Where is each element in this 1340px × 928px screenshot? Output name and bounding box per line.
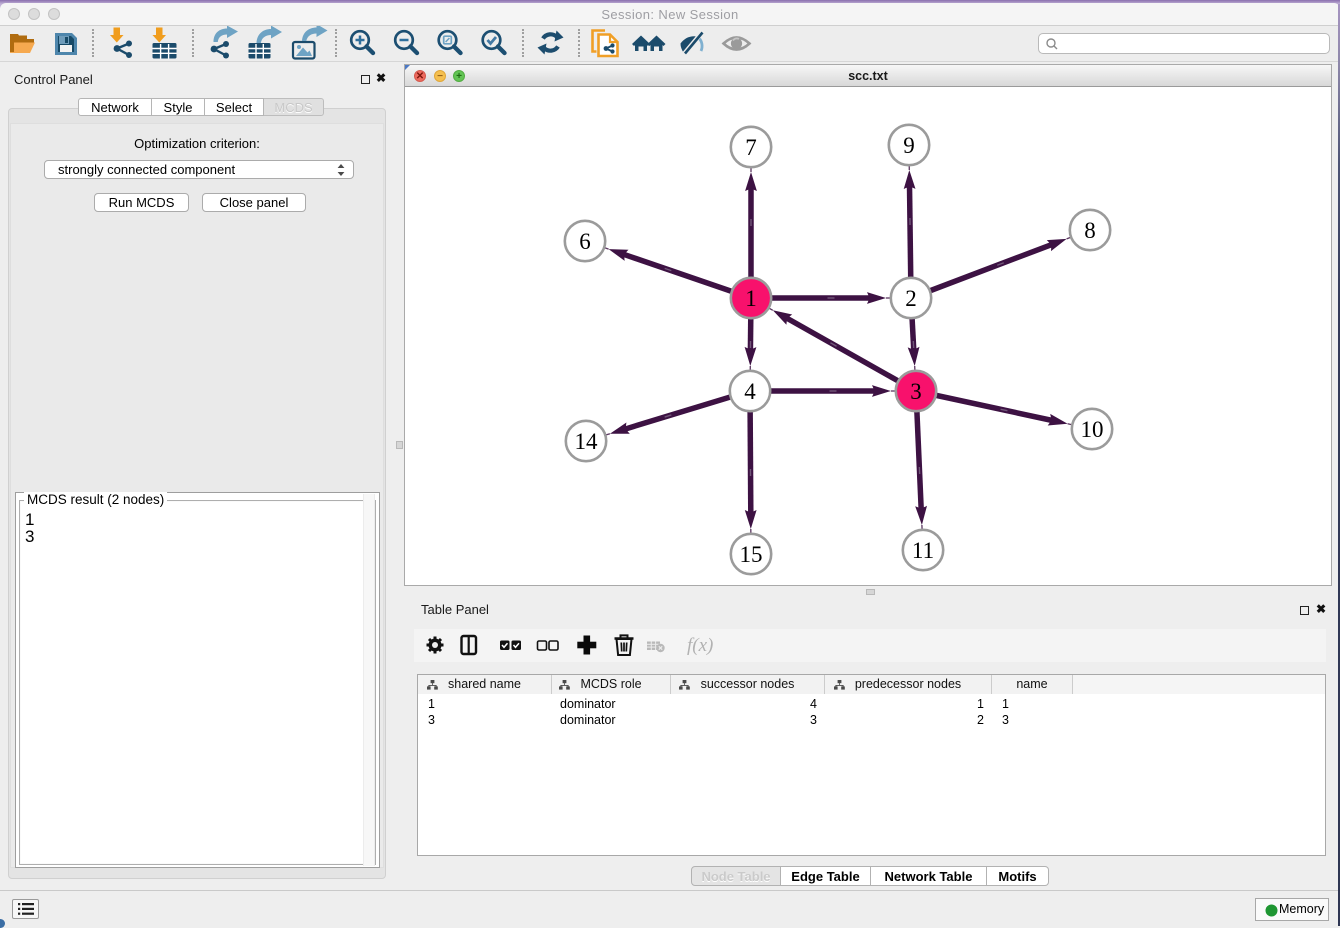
svg-text:6: 6 [579, 229, 591, 254]
svg-text:2: 2 [905, 286, 917, 311]
svg-text:9: 9 [903, 133, 915, 158]
svg-text:8: 8 [1084, 218, 1096, 243]
svg-text:15: 15 [740, 542, 763, 567]
svg-text:14: 14 [575, 429, 599, 454]
svg-text:10: 10 [1081, 417, 1104, 442]
svg-text:4: 4 [744, 379, 756, 404]
svg-text:1: 1 [745, 286, 757, 311]
svg-text:11: 11 [912, 538, 934, 563]
svg-text:7: 7 [745, 135, 757, 160]
svg-text:f(x): f(x) [687, 635, 713, 656]
svg-text:3: 3 [910, 379, 922, 404]
